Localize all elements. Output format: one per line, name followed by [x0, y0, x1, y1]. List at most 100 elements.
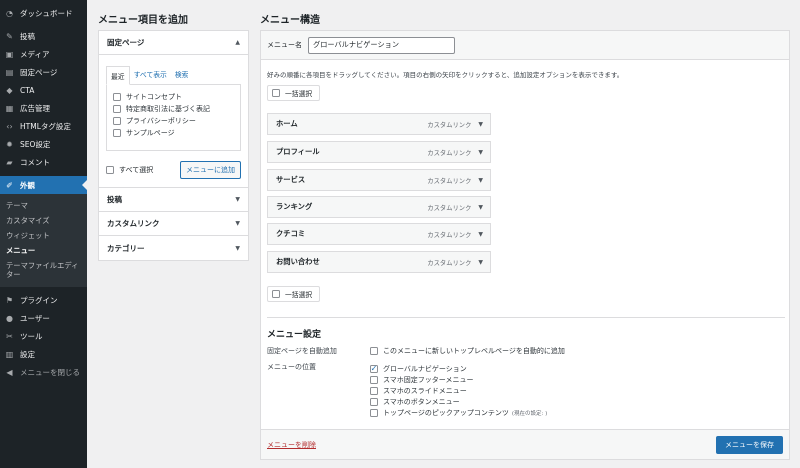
sidebar-item-label: ツール: [20, 331, 43, 341]
bulk-select-bottom[interactable]: 一括選択: [267, 286, 320, 302]
expand-arrow-icon[interactable]: ▼: [478, 204, 483, 211]
accordion-title: 投稿: [107, 195, 122, 204]
menu-settings-title: メニュー設定: [267, 330, 322, 340]
sidebar-item-ads[interactable]: ▦ 広告管理: [0, 99, 87, 117]
page-checkbox[interactable]: [113, 93, 121, 101]
location-checkbox[interactable]: [370, 408, 378, 417]
location-label: スマホのスライドメニュー: [383, 386, 467, 395]
sidebar-item-cta[interactable]: ◆ CTA: [0, 81, 87, 99]
add-menu-items-panel: 固定ページ ▲ 最近 すべて表示 検索 サイトコンセプト 特定商取引法に基づく表…: [98, 30, 249, 261]
appearance-submenu: テーマ カスタマイズ ウィジェット メニュー テーマファイルエディター: [0, 194, 87, 287]
menu-item-type: カスタムリンク: [427, 204, 472, 212]
menu-item[interactable]: ホーム カスタムリンク ▼: [267, 113, 491, 135]
location-checkbox[interactable]: [370, 375, 378, 384]
menu-item-title: ホーム: [276, 119, 298, 128]
sidebar-item-users[interactable]: ● ユーザー: [0, 309, 87, 327]
menu-item[interactable]: サービス カスタムリンク ▼: [267, 169, 491, 191]
menu-item[interactable]: クチコミ カスタムリンク ▼: [267, 223, 491, 245]
wrench-icon: ✂: [6, 331, 13, 341]
accordion-pages-header[interactable]: 固定ページ ▲: [99, 31, 248, 55]
menu-item-meta: カスタムリンク ▼: [427, 120, 483, 129]
bulk-select-label: 一括選択: [285, 90, 313, 98]
expand-arrow-icon[interactable]: ▼: [478, 121, 483, 128]
sidebar-item-dashboard[interactable]: ◔ ダッシュボード: [0, 4, 87, 22]
menu-location-label: メニューの位置: [267, 363, 316, 371]
chevron-up-icon: ▲: [235, 39, 240, 46]
sidebar-item-plugins[interactable]: ⚑ プラグイン: [0, 291, 87, 309]
sidebar-item-html-tags[interactable]: ‹› HTMLタグ設定: [0, 117, 87, 135]
submenu-item-themes[interactable]: テーマ: [0, 198, 87, 213]
select-all-checkbox[interactable]: [106, 166, 114, 174]
location-label: スマホのボタンメニュー: [383, 397, 460, 406]
sidebar-item-label: メディア: [20, 49, 50, 59]
page-label: サイトコンセプト: [126, 93, 182, 101]
sidebar-item-posts[interactable]: ✎ 投稿: [0, 27, 87, 45]
expand-arrow-icon[interactable]: ▼: [478, 177, 483, 184]
menu-item-meta: カスタムリンク ▼: [427, 230, 483, 239]
page-label: サンプルページ: [126, 129, 175, 137]
sidebar-item-label: CTA: [20, 85, 35, 95]
menu-item[interactable]: ランキング カスタムリンク ▼: [267, 196, 491, 218]
expand-arrow-icon[interactable]: ▼: [478, 149, 483, 156]
page-checkbox[interactable]: [113, 117, 121, 125]
location-note: (現在の設定: ): [511, 410, 548, 417]
sidebar-item-comments[interactable]: ▰ コメント: [0, 153, 87, 171]
page-checkbox[interactable]: [113, 129, 121, 137]
menu-item-meta: カスタムリンク ▼: [427, 148, 483, 157]
sidebar-item-appearance[interactable]: ✐ 外観: [0, 176, 87, 194]
tab-search[interactable]: 検索: [171, 65, 193, 84]
ad-icon: ▦: [5, 103, 14, 113]
accordion-custom-links-header[interactable]: カスタムリンク ▼: [99, 212, 248, 236]
expand-arrow-icon[interactable]: ▼: [478, 231, 483, 238]
add-items-heading: メニュー項目を追加: [98, 15, 188, 26]
submenu-item-menus[interactable]: メニュー: [0, 243, 87, 258]
page-checkbox[interactable]: [113, 105, 121, 113]
delete-menu-link[interactable]: メニューを削除: [267, 440, 316, 450]
location-option: スマホ固定フッターメニュー: [370, 374, 474, 385]
bulk-select-label: 一括選択: [285, 291, 313, 299]
bulk-select-checkbox[interactable]: [272, 290, 280, 298]
location-checkbox[interactable]: [370, 397, 378, 406]
tab-recent[interactable]: 最近: [106, 66, 130, 85]
sidebar-item-label: 外観: [20, 180, 35, 190]
sidebar-item-tools[interactable]: ✂ ツール: [0, 327, 87, 345]
pages-actions: すべて選択 メニューに追加: [106, 161, 241, 179]
expand-arrow-icon[interactable]: ▼: [478, 259, 483, 266]
sidebar-item-label: HTMLタグ設定: [20, 121, 71, 131]
sidebar-item-pages[interactable]: ▤ 固定ページ: [0, 63, 87, 81]
submenu-item-widgets[interactable]: ウィジェット: [0, 228, 87, 243]
menu-item-meta: カスタムリンク ▼: [427, 258, 483, 267]
menu-item-title: プロフィール: [276, 147, 320, 156]
sidebar-item-settings[interactable]: ▥ 設定: [0, 345, 87, 363]
menu-name-label: メニュー名: [267, 41, 302, 49]
auto-add-checkbox[interactable]: [370, 346, 378, 355]
menu-name-input[interactable]: [308, 36, 455, 54]
menu-item[interactable]: プロフィール カスタムリンク ▼: [267, 141, 491, 163]
pages-tabs: 最近 すべて表示 検索: [106, 65, 241, 85]
menu-item-title: お問い合わせ: [276, 257, 320, 266]
accordion-categories-header[interactable]: カテゴリー ▼: [99, 236, 248, 260]
tab-view-all[interactable]: すべて表示: [130, 65, 171, 84]
menu-item-title: ランキング: [276, 202, 313, 211]
drag-instructions: 好みの順番に各項目をドラッグしてください。項目の右側の矢印をクリックすると、追加…: [267, 71, 624, 79]
menu-item[interactable]: お問い合わせ カスタムリンク ▼: [267, 251, 491, 273]
submenu-item-theme-editor[interactable]: テーマファイルエディター: [0, 258, 87, 282]
sidebar-item-media[interactable]: ▣ メディア: [0, 45, 87, 63]
list-item: 特定商取引法に基づく表記: [113, 103, 234, 115]
bulk-select-top[interactable]: 一括選択: [267, 85, 320, 101]
submenu-item-customize[interactable]: カスタマイズ: [0, 213, 87, 228]
bulk-select-checkbox[interactable]: [272, 89, 280, 97]
sidebar-item-label: コメント: [20, 157, 50, 167]
add-to-menu-button[interactable]: メニューに追加: [180, 161, 241, 179]
sidebar-item-seo[interactable]: ✹ SEO設定: [0, 135, 87, 153]
location-label: グローバルナビゲーション: [383, 364, 467, 373]
accordion-title: カテゴリー: [107, 243, 145, 253]
accordion-posts-header[interactable]: 投稿 ▼: [99, 188, 248, 212]
location-option: スマホのスライドメニュー: [370, 385, 467, 396]
sidebar-item-label: 広告管理: [20, 103, 50, 113]
location-checkbox[interactable]: [370, 386, 378, 395]
save-menu-button[interactable]: メニューを保存: [716, 435, 783, 454]
menu-item-meta: カスタムリンク ▼: [427, 203, 483, 212]
collapse-menu-button[interactable]: ◀ メニューを閉じる: [0, 363, 87, 381]
location-checkbox-checked[interactable]: [370, 364, 378, 373]
